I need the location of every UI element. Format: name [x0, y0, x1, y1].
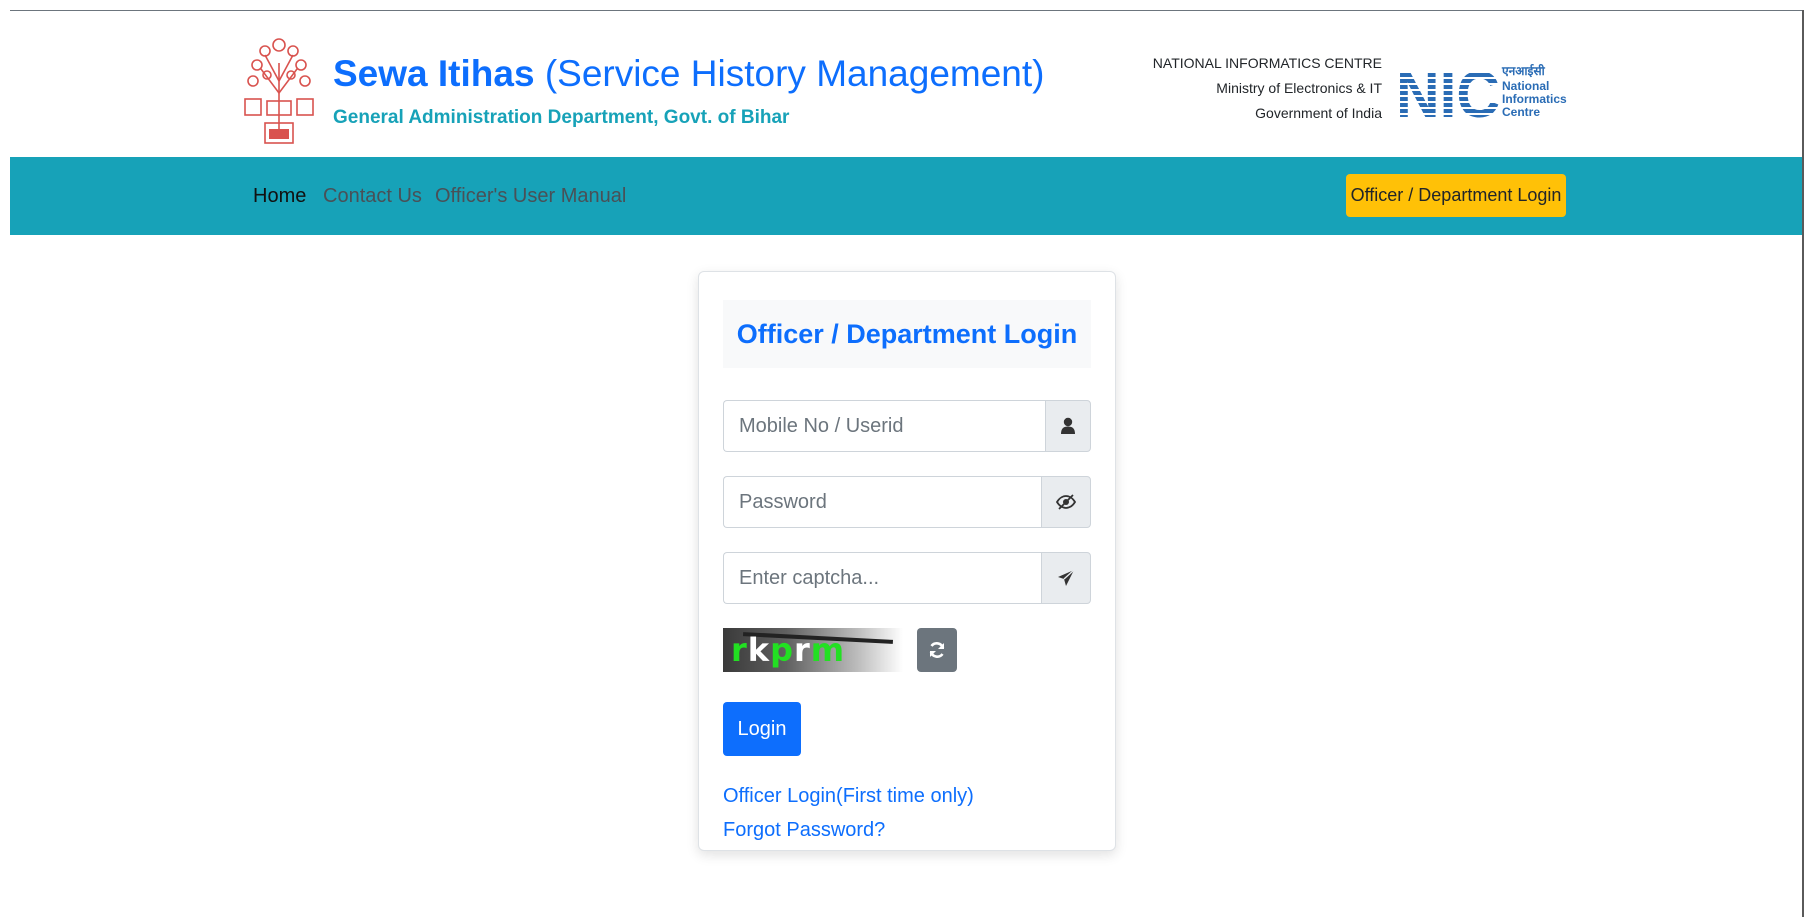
login-card: Officer / Department Login Mobile No / U…: [698, 271, 1116, 851]
nic-logo-line-3: Centre: [1502, 105, 1540, 119]
password-toggle[interactable]: [1041, 476, 1091, 528]
forgot-password-link[interactable]: Forgot Password?: [723, 819, 885, 842]
password-field-group: [723, 476, 1091, 528]
site-header: Sewa Itihas (Service History Management)…: [10, 11, 1802, 157]
nic-logo-mark: NIC: [1396, 61, 1500, 127]
userid-input[interactable]: [723, 400, 1045, 452]
captcha-char: m: [810, 631, 846, 669]
nic-line-2: Ministry of Electronics & IT: [1216, 80, 1382, 96]
paper-plane-icon: [1058, 569, 1075, 586]
nav-contact-us[interactable]: Contact Us: [323, 185, 422, 208]
captcha-text: rkprm: [731, 630, 845, 670]
captcha-char: k: [747, 631, 771, 669]
site-title-rest: (Service History Management): [544, 53, 1045, 94]
site-title: Sewa Itihas (Service History Management): [333, 51, 1044, 97]
nic-line-3: Government of India: [1255, 105, 1382, 121]
page: Sewa Itihas (Service History Management)…: [10, 10, 1802, 918]
site-title-bold: Sewa Itihas: [333, 53, 535, 94]
login-button[interactable]: Login: [723, 702, 801, 756]
eye-slash-icon: [1056, 494, 1076, 510]
captcha-char: p: [770, 631, 794, 669]
captcha-refresh-button[interactable]: [917, 628, 957, 672]
captcha-submit[interactable]: [1041, 552, 1091, 604]
nic-logo-line-2: Informatics: [1502, 92, 1567, 106]
nic-logo: NIC एनआईसी National Informatics Centre: [1396, 61, 1567, 127]
login-card-heading: Officer / Department Login: [723, 300, 1091, 368]
captcha-field-group: [723, 552, 1091, 604]
userid-addon: [1045, 400, 1091, 452]
captcha-image: rkprm: [723, 628, 903, 672]
refresh-icon: [929, 642, 945, 658]
user-icon: [1061, 417, 1075, 434]
nic-info: NATIONAL INFORMATICS CENTRE Ministry of …: [1110, 51, 1382, 126]
first-time-login-link[interactable]: Officer Login(First time only): [723, 785, 974, 808]
nav-home[interactable]: Home: [253, 185, 306, 208]
captcha-char: r: [731, 631, 748, 669]
officer-login-nav-button[interactable]: Officer / Department Login: [1346, 174, 1566, 217]
captcha-input[interactable]: [723, 552, 1041, 604]
main-navbar: Home Contact Us Officer's User Manual Of…: [10, 157, 1802, 235]
userid-field-group: [723, 400, 1091, 452]
nic-logo-hindi: एनआईसी: [1501, 64, 1546, 78]
site-subtitle: General Administration Department, Govt.…: [333, 107, 790, 128]
password-input[interactable]: [723, 476, 1041, 528]
nic-line-1: NATIONAL INFORMATICS CENTRE: [1152, 55, 1382, 71]
nav-user-manual[interactable]: Officer's User Manual: [435, 185, 626, 208]
captcha-char: r: [793, 631, 811, 669]
window-edge: [1802, 10, 1804, 917]
nic-logo-line-1: National: [1502, 79, 1549, 93]
bihar-emblem-icon: [244, 38, 314, 144]
